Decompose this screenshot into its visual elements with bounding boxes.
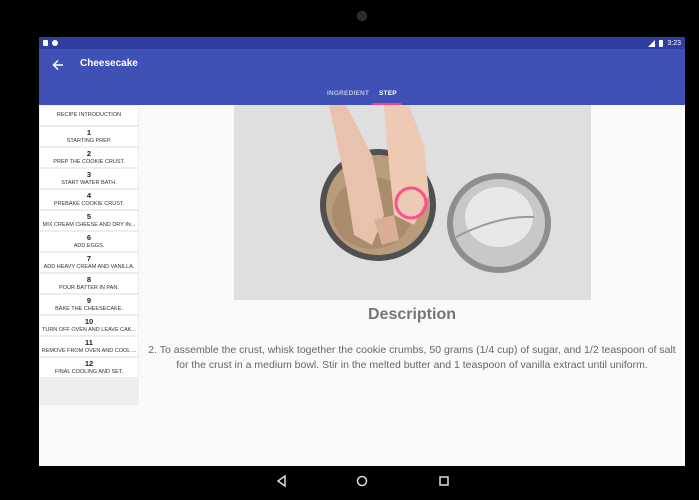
step-item-8[interactable]: 8 POUR BATTER IN PAN.	[40, 274, 138, 293]
step-number: 9	[86, 296, 92, 305]
tab-bar: INGREDIENT STEP	[39, 86, 685, 105]
home-circle-icon	[356, 475, 368, 487]
step-number: 10	[84, 317, 94, 326]
arrow-left-icon	[52, 59, 63, 71]
step-number: 7	[86, 254, 92, 263]
description-heading: Description	[367, 306, 456, 323]
step-label: PREP THE COOKIE CRUST.	[53, 159, 125, 165]
step-number: 5	[86, 212, 92, 221]
step-item-10[interactable]: 10 TURN OFF OVEN AND LEAVE CAK...	[40, 316, 138, 335]
app-bar: Cheesecake INGREDIENT STEP	[39, 49, 685, 105]
step-number: 1	[86, 128, 92, 137]
step-item-1[interactable]: 1 STARTING PREP.	[40, 127, 138, 146]
step-number: 12	[84, 359, 94, 368]
step-item-7[interactable]: 7 ADD HEAVY CREAM AND VANILLA.	[40, 253, 138, 272]
battery-icon	[659, 39, 664, 47]
step-item-2[interactable]: 2 PREP THE COOKIE CRUST.	[40, 148, 138, 167]
step-item-11[interactable]: 11 REMOVE FROM OVEN AND COOL ...	[40, 337, 138, 356]
step-label: MIX CREAM CHEESE AND DRY IN...	[42, 222, 136, 228]
nav-home-button[interactable]	[353, 472, 371, 490]
step-label: STARTING PREP.	[66, 138, 112, 144]
step-label: TURN OFF OVEN AND LEAVE CAK...	[41, 327, 137, 333]
step-number: 3	[86, 170, 92, 179]
step-label: RECIPE INTRODUCTION	[56, 112, 122, 118]
app-screen: 3:23 Cheesecake INGREDIENT STEP RECIPE I…	[39, 37, 685, 466]
step-item-5[interactable]: 5 MIX CREAM CHEESE AND DRY IN...	[40, 211, 138, 230]
status-bar: 3:23	[39, 37, 685, 49]
nav-back-button[interactable]	[273, 472, 291, 490]
step-number: 2	[86, 149, 92, 158]
status-time: 3:23	[667, 39, 681, 47]
step-label: START WATER BATH.	[61, 180, 117, 186]
navigation-bar	[0, 466, 699, 500]
back-triangle-icon	[276, 474, 286, 488]
step-number: 11	[85, 338, 93, 347]
back-button[interactable]	[49, 56, 67, 74]
step-item-12[interactable]: 12 FINAL COOLING AND SET.	[40, 358, 138, 377]
nav-recents-button[interactable]	[435, 472, 453, 490]
tab-step[interactable]: STEP	[379, 90, 397, 97]
step-label: PREBAKE COOKIE CRUST.	[53, 201, 125, 207]
step-video-player[interactable]	[234, 105, 591, 300]
sd-card-icon	[43, 40, 48, 46]
page-title: Cheesecake	[80, 58, 138, 69]
android-icon	[52, 40, 58, 46]
signal-icon	[648, 39, 656, 47]
step-label: FINAL COOLING AND SET.	[54, 369, 124, 375]
step-label: ADD EGGS.	[73, 243, 105, 249]
step-item-6[interactable]: 6 ADD EGGS.	[40, 232, 138, 251]
step-number: 8	[86, 275, 92, 284]
recents-square-icon	[439, 476, 449, 486]
status-indicators: 3:23	[648, 39, 681, 47]
step-label: BAKE THE CHEESECAKE.	[55, 306, 123, 312]
step-label: ADD HEAVY CREAM AND VANILLA.	[43, 264, 135, 270]
step-item-4[interactable]: 4 PREBAKE COOKIE CRUST.	[40, 190, 138, 209]
step-label: REMOVE FROM OVEN AND COOL ...	[41, 348, 137, 354]
video-frame	[234, 105, 591, 300]
step-item-intro[interactable]: RECIPE INTRODUCTION	[40, 106, 138, 125]
step-label: POUR BATTER IN PAN.	[59, 285, 119, 291]
step-item-3[interactable]: 3 START WATER BATH.	[40, 169, 138, 188]
description-text: 2. To assemble the crust, whisk together…	[148, 344, 676, 371]
step-number: 4	[86, 191, 92, 200]
step-number: 6	[86, 233, 92, 242]
status-notifications	[43, 40, 58, 46]
tab-ingredient[interactable]: INGREDIENT	[327, 90, 369, 97]
steps-list: RECIPE INTRODUCTION 1 STARTING PREP. 2 P…	[39, 105, 139, 405]
step-item-9[interactable]: 9 BAKE THE CHEESECAKE.	[40, 295, 138, 314]
front-camera	[357, 11, 367, 21]
